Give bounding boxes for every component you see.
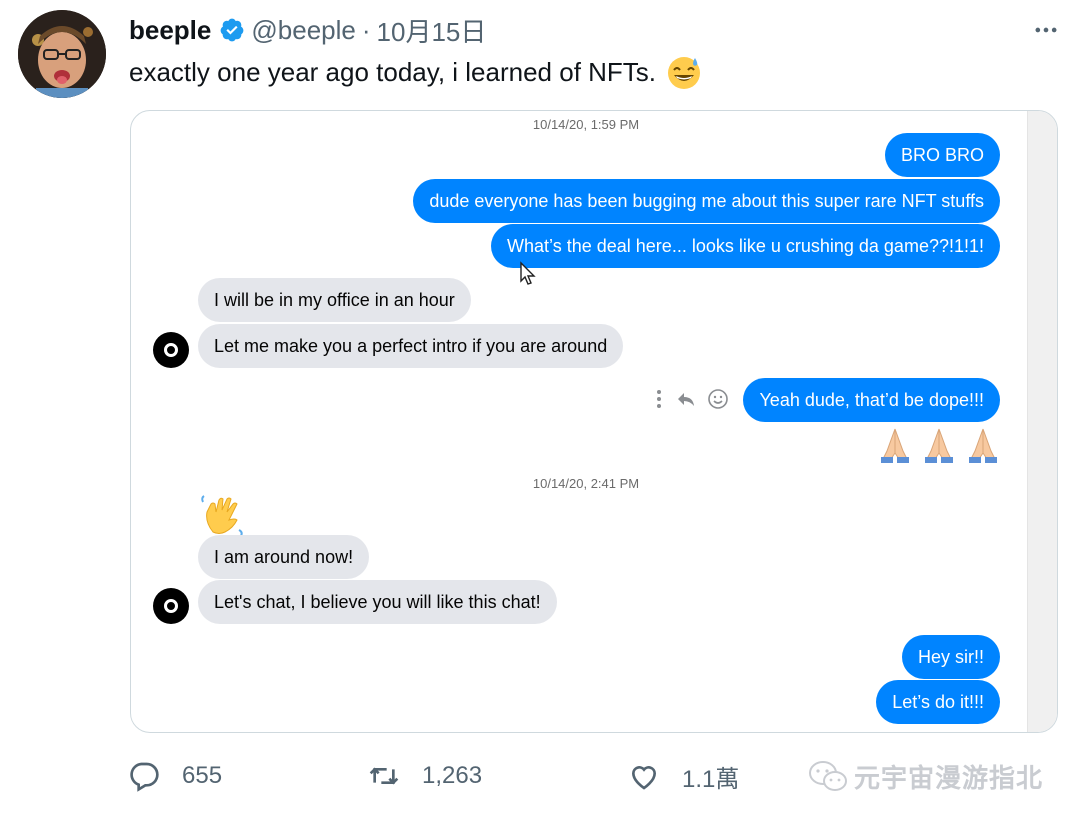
message-bubble-out: Let’s do it!!! <box>876 680 1000 724</box>
watermark: 元宇宙漫游指北 <box>808 758 1043 795</box>
chat-scrollbar[interactable] <box>1027 111 1057 732</box>
message-actions <box>653 388 729 410</box>
grinning-sweat-emoji-icon <box>668 57 701 89</box>
retweet-icon <box>369 767 399 785</box>
react-emoji-icon[interactable] <box>707 388 729 410</box>
wechat-icon <box>809 760 847 791</box>
tweet-header: beeple @beeple · 10月15日 <box>129 12 487 49</box>
contact-avatar <box>153 332 189 368</box>
retweet-count: 1,263 <box>422 762 483 789</box>
header-separator: · <box>361 14 371 45</box>
retweet-action[interactable]: 1,263 <box>368 752 482 800</box>
message-bubble-in: I am around now! <box>198 535 370 579</box>
watermark-text: 元宇宙漫游指北 <box>854 763 1044 793</box>
tweet-text-body: exactly one year ago today, i learned of… <box>129 56 657 87</box>
message-bubble-in: Let's chat, I believe you will like this… <box>198 580 557 624</box>
chat-timestamp: 10/14/20, 2:41 PM <box>532 476 640 491</box>
tweet-text: exactly one year ago today, i learned of… <box>129 54 702 90</box>
verified-badge-icon <box>220 18 244 42</box>
author-handle[interactable]: @beeple <box>251 15 355 46</box>
like-action[interactable]: 1.1萬 <box>628 752 739 800</box>
reaction-row <box>875 425 1003 465</box>
reply-icon[interactable] <box>675 388 697 410</box>
tweet-media-image[interactable]: 10/14/20, 1:59 PM BRO BRO dude everyone … <box>130 110 1058 733</box>
more-options-icon[interactable] <box>1032 16 1060 44</box>
folded-hands-emoji-icon <box>925 428 953 463</box>
author-avatar[interactable] <box>18 10 106 98</box>
message-bubble-out: Yeah dude, that’d be dope!!! <box>743 378 1000 422</box>
more-vertical-icon[interactable] <box>653 388 665 410</box>
author-name[interactable]: beeple <box>129 15 211 46</box>
heart-icon <box>631 766 657 790</box>
message-bubble-out: BRO BRO <box>884 133 1000 177</box>
waving-hand-emoji-icon <box>201 495 243 537</box>
chat-timestamp: 10/14/20, 1:59 PM <box>532 117 640 132</box>
reply-action[interactable]: 655 <box>128 752 222 800</box>
message-bubble-in: I will be in my office in an hour <box>198 278 471 322</box>
message-bubble-in: Let me make you a perfect intro if you a… <box>198 324 624 368</box>
reply-bubble-icon <box>130 762 159 792</box>
mouse-cursor-icon <box>520 261 536 285</box>
tweet-date[interactable]: 10月15日 <box>377 12 487 49</box>
reply-count: 655 <box>182 762 223 789</box>
folded-hands-emoji-icon <box>881 428 909 463</box>
message-bubble-out: What’s the deal here... looks like u cru… <box>491 224 1000 268</box>
like-count: 1.1萬 <box>682 765 740 793</box>
folded-hands-emoji-icon <box>969 428 997 463</box>
message-bubble-out: dude everyone has been bugging me about … <box>413 179 1000 223</box>
message-bubble-out: Hey sir!! <box>901 635 1000 679</box>
contact-avatar <box>153 588 189 624</box>
